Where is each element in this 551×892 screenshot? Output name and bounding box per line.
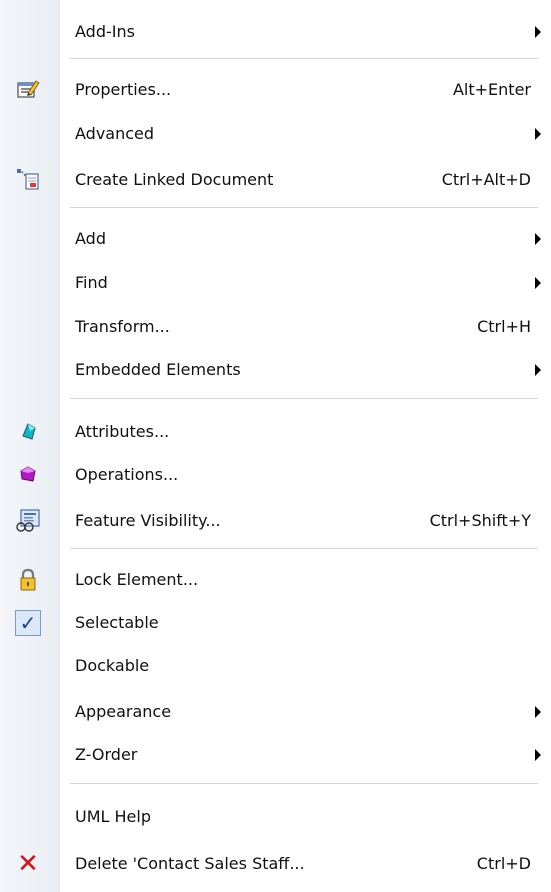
menu-item-advanced[interactable]: Advanced: [0, 112, 551, 156]
context-menu: Add-Ins Properties... Alt+Enter Advanced: [0, 0, 551, 892]
menu-item-delete[interactable]: ✕ Delete 'Contact Sales Staff... Ctrl+D: [0, 842, 551, 886]
delete-x-mark: ✕: [17, 849, 39, 879]
menu-item-add[interactable]: Add: [0, 217, 551, 261]
menu-item-label: Properties...: [75, 80, 172, 99]
menu-item-label: Delete 'Contact Sales Staff...: [75, 854, 305, 873]
menu-item-properties[interactable]: Properties... Alt+Enter: [0, 68, 551, 112]
menu-separator: [70, 58, 538, 60]
menu-item-label: Feature Visibility...: [75, 511, 221, 530]
submenu-arrow-icon: [535, 128, 541, 140]
menu-item-transform[interactable]: Transform... Ctrl+H: [0, 305, 551, 349]
menu-item-uml-help[interactable]: UML Help: [0, 795, 551, 839]
menu-item-label: Add-Ins: [75, 22, 135, 41]
submenu-arrow-icon: [535, 364, 541, 376]
menu-item-feature-visibility[interactable]: Feature Visibility... Ctrl+Shift+Y: [0, 499, 551, 543]
menu-item-label: UML Help: [75, 807, 151, 826]
menu-item-shortcut: Ctrl+D: [476, 854, 531, 873]
menu-item-shortcut: Alt+Enter: [452, 80, 531, 99]
menu-separator: [70, 548, 538, 550]
feature-visibility-icon: [14, 507, 42, 535]
menu-item-find[interactable]: Find: [0, 261, 551, 305]
menu-item-label: Dockable: [75, 656, 150, 675]
menu-item-appearance[interactable]: Appearance: [0, 690, 551, 734]
menu-item-label: Z-Order: [75, 745, 138, 764]
menu-item-operations[interactable]: Operations...: [0, 453, 551, 497]
menu-item-embedded-elements[interactable]: Embedded Elements: [0, 348, 551, 392]
lock-icon: [14, 566, 42, 594]
menu-item-label: Transform...: [75, 317, 170, 336]
menu-item-label: Operations...: [75, 465, 179, 484]
menu-separator: [70, 398, 538, 400]
menu-item-shortcut: Ctrl+Shift+Y: [429, 511, 531, 530]
submenu-arrow-icon: [535, 233, 541, 245]
menu-item-dockable[interactable]: Dockable: [0, 644, 551, 688]
linked-document-icon: [14, 166, 42, 194]
menu-item-label: Selectable: [75, 613, 159, 632]
menu-separator: [70, 783, 538, 785]
menu-item-label: Add: [75, 229, 106, 248]
menu-item-shortcut: Ctrl+Alt+D: [441, 170, 531, 189]
menu-item-label: Attributes...: [75, 422, 170, 441]
check-box: ✓: [15, 610, 41, 636]
menu-item-attributes[interactable]: Attributes...: [0, 410, 551, 454]
menu-item-label: Appearance: [75, 702, 172, 721]
menu-item-label: Embedded Elements: [75, 360, 241, 379]
submenu-arrow-icon: [535, 749, 541, 761]
menu-item-selectable[interactable]: ✓ Selectable: [0, 601, 551, 645]
menu-item-z-order[interactable]: Z-Order: [0, 733, 551, 777]
submenu-arrow-icon: [535, 706, 541, 718]
menu-item-shortcut: Ctrl+H: [477, 317, 531, 336]
menu-separator: [70, 207, 538, 209]
menu-item-label: Find: [75, 273, 108, 292]
menu-item-label: Create Linked Document: [75, 170, 274, 189]
menu-item-label: Lock Element...: [75, 570, 199, 589]
menu-item-create-linked-document[interactable]: Create Linked Document Ctrl+Alt+D: [0, 158, 551, 202]
menu-item-add-ins[interactable]: Add-Ins: [0, 10, 551, 54]
menu-item-label: Advanced: [75, 124, 155, 143]
properties-icon: [14, 76, 42, 104]
attribute-icon: [14, 418, 42, 446]
submenu-arrow-icon: [535, 26, 541, 38]
submenu-arrow-icon: [535, 277, 541, 289]
checkmark-icon: ✓: [14, 609, 42, 637]
menu-item-lock-element[interactable]: Lock Element...: [0, 558, 551, 602]
operation-icon: [14, 461, 42, 489]
delete-icon: ✕: [14, 850, 42, 878]
